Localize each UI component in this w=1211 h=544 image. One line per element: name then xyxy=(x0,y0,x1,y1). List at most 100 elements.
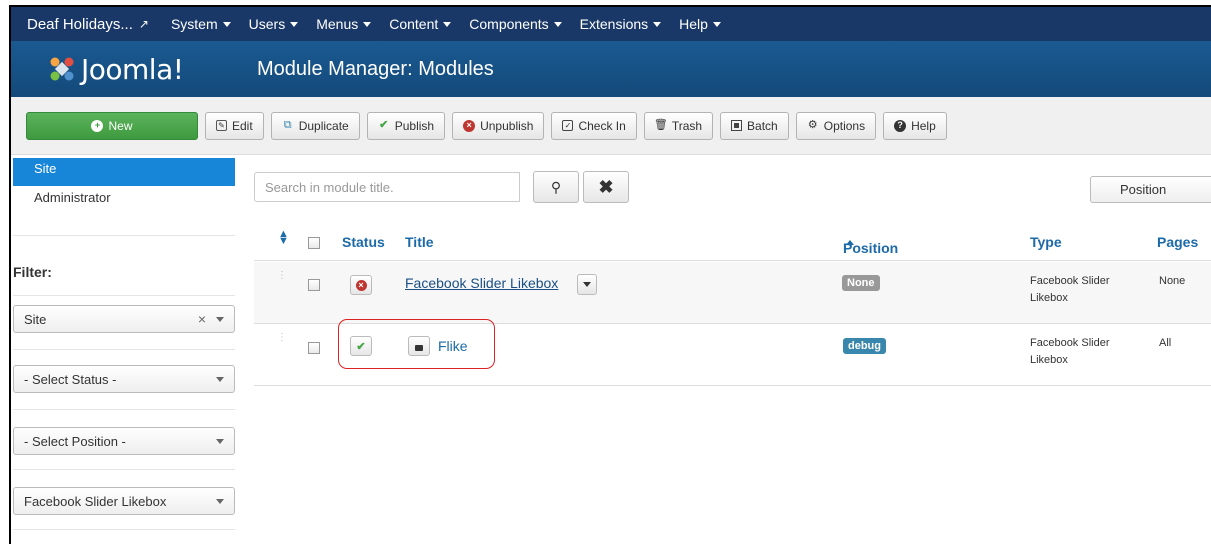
caret-down-icon xyxy=(222,21,231,27)
copy-icon: ⧉ xyxy=(283,119,292,131)
sidebar-item-administrator[interactable]: Administrator xyxy=(13,186,235,236)
drag-handle-icon[interactable]: ⋮ xyxy=(277,333,287,343)
menu-label: Content xyxy=(389,16,439,32)
select-all-checkbox[interactable] xyxy=(308,237,320,249)
caret-down-icon xyxy=(712,21,721,27)
status-filter-select[interactable]: - Select Status - xyxy=(13,365,235,393)
search-button[interactable]: ⚲ xyxy=(533,171,579,203)
menu-label: Components xyxy=(469,16,549,32)
caret-down-icon xyxy=(290,21,299,27)
batch-icon xyxy=(731,120,743,131)
trash-icon: 🗑 xyxy=(653,119,668,131)
type-line: Facebook Slider xyxy=(1030,275,1110,287)
select-value: - Select Position - xyxy=(24,433,126,449)
edit-button[interactable]: ✎ Edit xyxy=(205,111,264,140)
select-value: Site xyxy=(24,311,47,327)
x-circle-icon: × xyxy=(463,119,476,132)
check-in-button[interactable]: ✓ Check In xyxy=(551,111,637,140)
ordering-sort-icon[interactable]: ▲ ▼ xyxy=(278,229,289,247)
select-value: - Select Status - xyxy=(24,371,117,387)
caret-down-icon xyxy=(216,376,224,382)
new-button[interactable]: + New xyxy=(26,111,198,140)
row-actions-dropdown[interactable] xyxy=(577,274,597,295)
row-checkbox[interactable] xyxy=(308,279,320,291)
caret-down-icon xyxy=(363,21,372,27)
caret-down-icon xyxy=(553,21,562,27)
menu-help[interactable]: Help xyxy=(679,16,721,32)
module-title-link[interactable]: Facebook Slider Likebox xyxy=(405,275,558,291)
button-label: Options xyxy=(823,118,866,133)
row-checkbox[interactable] xyxy=(308,342,320,354)
search-icon: ⚲ xyxy=(550,178,562,195)
unpublished-status-toggle[interactable]: × xyxy=(350,275,372,295)
page-title: Module Manager: Modules xyxy=(257,57,494,80)
joomla-logo[interactable]: Joomla! xyxy=(11,53,257,86)
table-row: ⋮ × Facebook Slider Likebox None Faceboo… xyxy=(254,262,1211,324)
button-label: Publish xyxy=(394,118,435,133)
unpublish-button[interactable]: × Unpublish xyxy=(452,111,545,140)
button-label: Batch xyxy=(747,118,778,133)
batch-button[interactable]: Batch xyxy=(720,111,789,140)
position-badge: debug xyxy=(843,338,886,354)
page-header: Joomla! Module Manager: Modules xyxy=(11,41,1211,97)
x-circle-icon: × xyxy=(355,279,367,291)
toolbar: + New ✎ Edit ⧉ Duplicate ✔ Publish × Unp… xyxy=(11,97,1211,155)
button-label: Edit xyxy=(232,118,253,133)
divider xyxy=(13,529,235,530)
search-input[interactable]: Search in module title. xyxy=(254,172,520,202)
caret-down-icon xyxy=(653,21,662,27)
type-cell: Facebook Slider Likebox xyxy=(1030,273,1110,307)
menu-content[interactable]: Content xyxy=(389,16,452,32)
type-cell: Facebook Slider Likebox xyxy=(1030,335,1110,369)
publish-button[interactable]: ✔ Publish xyxy=(366,111,446,140)
menu-components[interactable]: Components xyxy=(469,16,562,32)
caret-down-icon xyxy=(583,282,591,287)
button-label: Trash xyxy=(671,118,703,133)
button-label: Unpublish xyxy=(480,118,534,133)
position-filter-select[interactable]: - Select Position - xyxy=(13,427,235,455)
drag-handle-icon[interactable]: ⋮ xyxy=(277,271,287,281)
checkbox-icon: ✓ xyxy=(562,120,574,131)
menu-label: Menus xyxy=(316,16,359,32)
edit-icon: ✎ xyxy=(216,120,227,131)
menu-extensions[interactable]: Extensions xyxy=(579,16,662,32)
site-name: Deaf Holidays... xyxy=(27,15,133,33)
button-label: New xyxy=(108,118,133,133)
column-type[interactable]: Type xyxy=(1030,234,1062,250)
button-label: Check In xyxy=(578,118,626,133)
plus-circle-icon: + xyxy=(91,119,104,132)
check-icon: ✔ xyxy=(379,119,389,131)
menu-label: Extensions xyxy=(579,16,649,32)
menu-menus[interactable]: Menus xyxy=(316,16,372,32)
sidebar: Site Administrator Filter: Site × - Sele… xyxy=(13,158,235,530)
type-filter-select[interactable]: Facebook Slider Likebox xyxy=(13,487,235,515)
type-line: Likebox xyxy=(1030,354,1068,366)
pages-cell: All xyxy=(1159,337,1172,349)
sort-position-select[interactable]: Position xyxy=(1090,176,1211,203)
sidebar-item-site[interactable]: Site xyxy=(13,158,235,186)
clear-icon[interactable]: × xyxy=(198,311,206,327)
menu-users[interactable]: Users xyxy=(249,16,299,32)
menu-label: System xyxy=(170,16,218,32)
logo-text: Joomla! xyxy=(81,52,184,86)
type-line: Likebox xyxy=(1030,292,1068,304)
menu-label: Users xyxy=(248,16,286,32)
filter-label: Filter: xyxy=(13,264,52,280)
column-pages[interactable]: Pages xyxy=(1157,234,1198,250)
column-title[interactable]: Title xyxy=(405,234,434,250)
site-link[interactable]: Deaf Holidays... ↗ xyxy=(27,16,149,33)
trash-button[interactable]: 🗑 Trash xyxy=(643,111,714,140)
column-status[interactable]: Status xyxy=(342,234,385,250)
clear-search-button[interactable]: ✖ xyxy=(583,171,629,203)
gear-icon: ⚙ xyxy=(807,119,818,131)
caret-down-icon xyxy=(443,21,452,27)
joomla-logo-icon xyxy=(50,57,74,81)
type-line: Facebook Slider xyxy=(1030,337,1110,349)
help-button[interactable]: ? Help xyxy=(883,111,947,140)
duplicate-button[interactable]: ⧉ Duplicate xyxy=(270,111,360,140)
options-button[interactable]: ⚙ Options xyxy=(795,111,877,140)
menu-system[interactable]: System xyxy=(171,16,231,32)
select-value: Facebook Slider Likebox xyxy=(24,493,167,509)
client-filter-select[interactable]: Site × xyxy=(13,305,235,333)
top-navbar: Deaf Holidays... ↗ System Users Menus Co… xyxy=(11,7,1211,41)
